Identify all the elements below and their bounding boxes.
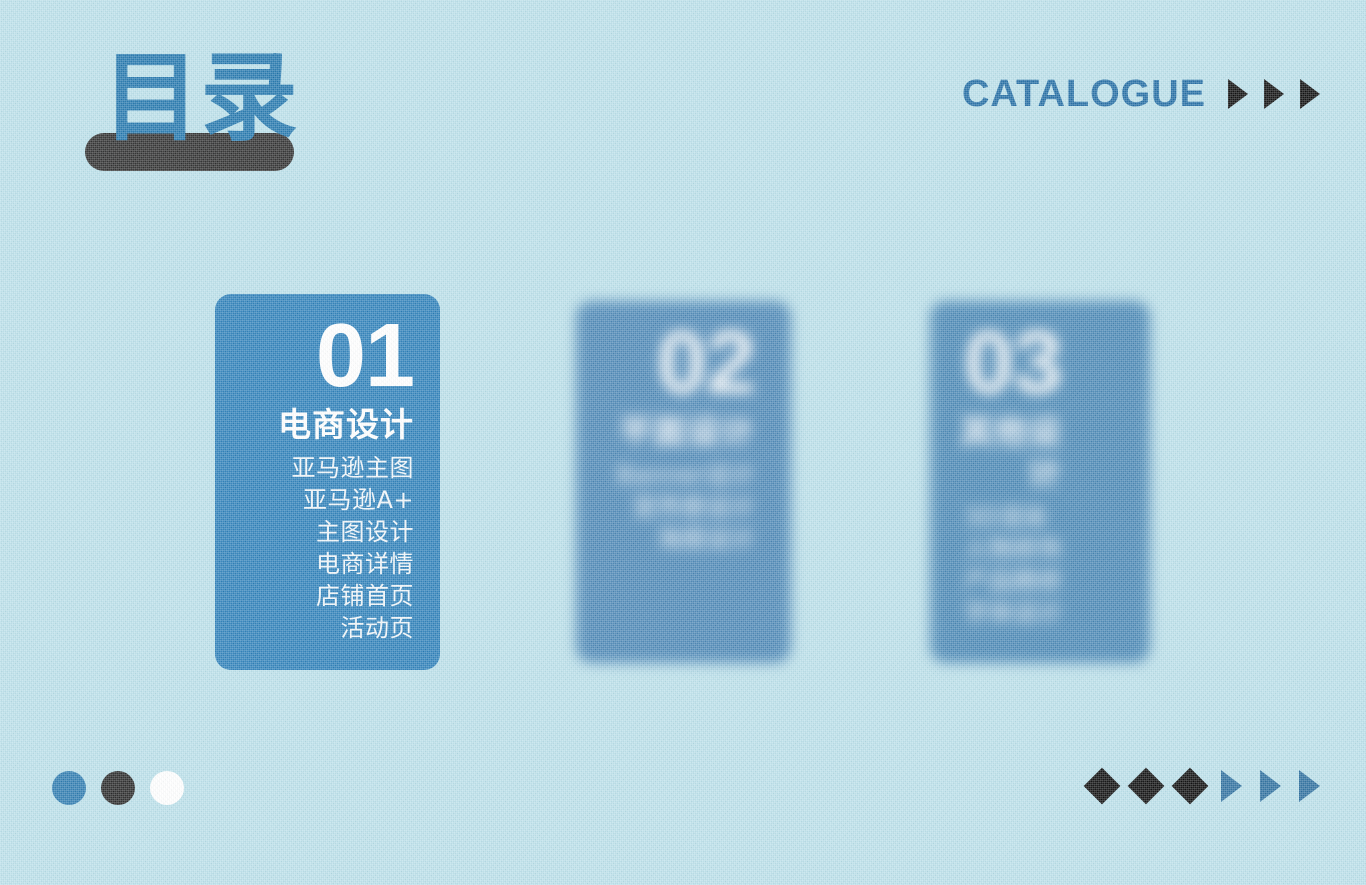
list-item: 产品精修: [964, 567, 1062, 595]
card-number: 03: [963, 313, 1063, 413]
catalogue-card-02[interactable]: 02 平面设计 Banner设计 宣传册设计 海报设计: [576, 301, 791, 663]
list-item: 亚马逊主图: [291, 454, 414, 482]
list-item: 亚马逊A+: [302, 486, 414, 514]
list-item: 海报设计: [657, 525, 755, 553]
catalogue-header: CATALOGUE: [962, 74, 1320, 114]
triangle-right-icon: [1264, 79, 1284, 109]
list-item: 宣传册设计: [632, 493, 755, 521]
card-heading: 其他设计: [960, 412, 1062, 493]
diamond-icon: [1171, 767, 1209, 805]
diamond-icon: [1127, 767, 1165, 805]
triangle-right-icon: [1260, 770, 1281, 802]
list-item: Banner设计: [616, 461, 755, 489]
dot-white-icon: [150, 771, 184, 805]
diamond-icon: [1083, 767, 1121, 805]
list-item: 3D渲染: [964, 503, 1048, 531]
triangle-right-icon: [1228, 79, 1248, 109]
card-item-list: 3D渲染 人物修饰 产品精修 字体设计: [964, 501, 1062, 629]
list-item: 活动页: [340, 614, 414, 642]
footer-shape-group: [1083, 767, 1320, 805]
list-item: 主图设计: [316, 518, 414, 546]
slide-canvas: 目录 CATALOGUE 01 电商设计 亚马逊主图 亚马逊A+ 主图设计 电商…: [0, 0, 1366, 885]
triangle-right-icon: [1221, 770, 1242, 802]
dot-blue-icon: [52, 771, 86, 805]
page-title: 目录: [103, 42, 299, 154]
triangle-right-icon: [1299, 770, 1320, 802]
list-item: 电商详情: [316, 550, 414, 578]
dot-dark-icon: [101, 771, 135, 805]
card-item-list: 亚马逊主图 亚马逊A+ 主图设计 电商详情 店铺首页 活动页: [292, 452, 415, 644]
list-item: 店铺首页: [316, 582, 414, 610]
list-item: 字体设计: [964, 599, 1062, 627]
footer-dot-group: [52, 771, 184, 805]
triangle-right-icon: [1300, 79, 1320, 109]
list-item: 人物修饰: [964, 535, 1062, 563]
card-item-list: Banner设计 宣传册设计 海报设计: [617, 459, 755, 555]
card-number: 02: [656, 313, 756, 413]
catalogue-card-01[interactable]: 01 电商设计 亚马逊主图 亚马逊A+ 主图设计 电商详情 店铺首页 活动页: [215, 294, 440, 670]
card-heading: 平面设计: [619, 412, 755, 451]
card-number: 01: [315, 306, 415, 406]
header-arrow-group: [1228, 79, 1320, 109]
catalogue-card-03[interactable]: 03 其他设计 3D渲染 人物修饰 产品精修 字体设计: [930, 301, 1150, 663]
catalogue-label: CATALOGUE: [961, 73, 1206, 115]
card-heading: 电商设计: [278, 405, 414, 444]
